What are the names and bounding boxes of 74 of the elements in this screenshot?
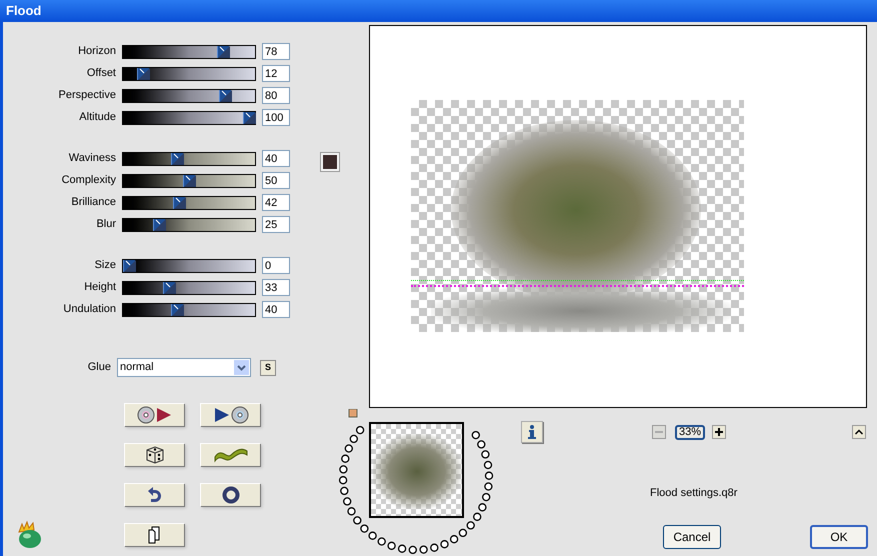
slider-label: Complexity xyxy=(60,173,116,188)
chevron-down-icon xyxy=(234,360,249,375)
slider-label: Height xyxy=(83,280,116,296)
slider-track[interactable] xyxy=(122,152,256,166)
slider-label: Perspective xyxy=(58,88,116,104)
slider-track[interactable] xyxy=(122,302,256,316)
slider-label: Altitude xyxy=(78,110,116,126)
slider-track[interactable] xyxy=(122,258,256,272)
zoom-field[interactable]: 33% xyxy=(675,424,705,440)
slider-track[interactable] xyxy=(122,218,256,232)
s-button[interactable]: S xyxy=(260,360,276,376)
dice-button[interactable] xyxy=(124,443,184,466)
slider-label: Offset xyxy=(86,66,116,82)
slider-track[interactable] xyxy=(122,88,256,102)
undo-arrow-icon xyxy=(146,486,162,504)
dialog-button[interactable]: OK xyxy=(810,524,868,548)
plus-icon xyxy=(715,428,723,436)
pages-icon xyxy=(146,526,162,544)
disc-play-icon xyxy=(136,406,172,424)
slider-track[interactable] xyxy=(122,196,256,210)
dialog-button[interactable]: Cancel xyxy=(663,524,721,548)
slider-thumb[interactable] xyxy=(162,282,175,294)
value-field[interactable]: 33 xyxy=(262,279,290,296)
value-field[interactable]: 100 xyxy=(262,109,290,126)
save-button[interactable] xyxy=(200,403,260,426)
slider-track[interactable] xyxy=(122,66,256,80)
slider-track[interactable] xyxy=(122,174,256,188)
zoom-in-button[interactable] xyxy=(712,425,726,439)
slider-track[interactable] xyxy=(122,110,256,124)
wave-button[interactable] xyxy=(200,443,260,466)
field-label: Glue xyxy=(86,360,112,376)
window-title: Flood xyxy=(6,2,42,20)
dice-icon xyxy=(144,445,164,465)
slider-thumb[interactable] xyxy=(183,174,195,186)
preset-name: Flood settings.q8r xyxy=(650,486,738,501)
info-button[interactable] xyxy=(521,421,543,443)
slider-label: Size xyxy=(94,258,116,274)
value-field[interactable]: 12 xyxy=(262,65,290,82)
wave-icon xyxy=(214,447,248,463)
slider-thumb[interactable] xyxy=(153,218,165,230)
collapse-button[interactable] xyxy=(852,425,866,439)
slider-thumb[interactable] xyxy=(173,196,186,208)
caret-up-icon xyxy=(855,429,863,435)
value-field[interactable]: 25 xyxy=(262,216,290,233)
value-field[interactable]: 40 xyxy=(262,301,290,318)
ring-button[interactable] xyxy=(200,483,260,506)
slider-label: Brilliance xyxy=(70,195,116,210)
value-field[interactable]: 40 xyxy=(262,150,290,167)
slider-thumb[interactable] xyxy=(137,68,150,80)
slider-thumb[interactable] xyxy=(171,304,183,316)
value-field[interactable]: 50 xyxy=(262,172,290,189)
info-icon xyxy=(528,425,536,439)
copy-button[interactable] xyxy=(124,523,184,546)
value-field[interactable]: 78 xyxy=(262,43,290,60)
slider-label: Undulation xyxy=(62,302,116,318)
slider-track[interactable] xyxy=(122,44,256,58)
ring-icon xyxy=(222,486,240,504)
slider-thumb[interactable] xyxy=(216,46,229,58)
slider-label: Blur xyxy=(95,217,116,232)
glue-dropdown[interactable]: normal xyxy=(117,358,251,377)
undo-button[interactable] xyxy=(124,483,184,506)
slider-label: Waviness xyxy=(68,151,116,166)
value-field[interactable]: 0 xyxy=(262,257,290,274)
load-button[interactable] xyxy=(124,403,184,426)
slider-track[interactable] xyxy=(122,280,256,294)
slider-thumb[interactable] xyxy=(171,152,183,164)
play-disc-icon xyxy=(212,406,248,424)
slider-thumb[interactable] xyxy=(219,90,231,102)
value-field[interactable]: 42 xyxy=(262,194,290,211)
minus-icon xyxy=(655,431,663,433)
slider-thumb[interactable] xyxy=(123,260,135,272)
value-field[interactable]: 80 xyxy=(262,87,290,104)
slider-label: Horizon xyxy=(77,44,116,60)
slider-thumb[interactable] xyxy=(243,112,255,124)
